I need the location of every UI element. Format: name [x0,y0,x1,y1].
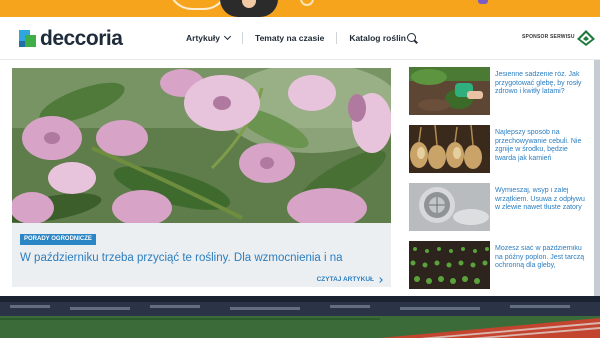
side-article[interactable]: Najlepszy sposób na przechowywanie cebul… [409,125,589,173]
featured-article[interactable]: PORADY OGRODNICZE W październiku trzeba … [12,68,391,287]
content-area: PORADY OGRODNICZE W październiku trzeba … [0,60,600,296]
onions-image [409,125,490,173]
side-article-title[interactable]: Najlepszy sposób na przechowywanie cebul… [495,129,589,173]
side-article-image[interactable] [409,241,490,289]
chevron-down-icon [223,32,232,41]
logo-text: deccoria [40,27,123,50]
site-logo[interactable]: deccoria [19,27,123,50]
chevron-right-icon [377,276,383,283]
side-article-title[interactable]: Jesienne sadzenie róż. Jak przygotować g… [495,71,589,115]
featured-article-title[interactable]: W październiku trzeba przyciąć te roślin… [20,252,390,264]
bottom-ad-banner[interactable] [0,296,600,338]
ad-decoration [300,0,314,6]
side-article-image[interactable] [409,67,490,115]
planting-roses-image [409,67,490,115]
nav-articles-label: Artykuły [186,33,221,43]
side-article-image[interactable] [409,125,490,173]
seedlings-image [409,241,490,289]
search-icon[interactable] [407,33,416,42]
logo-mark-icon [19,30,36,47]
nav-trending-topics[interactable]: Tematy na czasie [255,33,324,43]
nav-plant-catalog[interactable]: Katalog roślin [349,33,406,43]
hellebore-flowers-image [12,68,391,223]
sponsor-logo-icon[interactable] [576,28,596,48]
site-header: deccoria Artykuły Tematy na czasie Katal… [0,17,600,59]
main-nav: Artykuły Tematy na czasie Katalog roślin [186,17,406,59]
nav-articles[interactable]: Artykuły [186,32,232,43]
ad-person-image [220,0,278,17]
nav-trending-label: Tematy na czasie [255,33,325,43]
side-article-title[interactable]: Możesz siać w październiku na późny popl… [495,245,589,289]
featured-article-image[interactable] [12,68,391,223]
side-article[interactable]: Wymieszaj, wsyp i zalej wrzątkiem. Usuwa… [409,183,589,231]
side-article-image[interactable] [409,183,490,231]
sink-drain-image [409,183,490,231]
read-article-link[interactable]: CZYTAJ ARTYKUŁ [316,276,383,283]
nav-catalog-label: Katalog roślin [349,33,406,43]
side-article-title[interactable]: Wymieszaj, wsyp i zalej wrzątkiem. Usuwa… [495,187,589,231]
nav-divider [242,32,244,44]
ad-decoration [478,0,488,4]
read-article-label: CZYTAJ ARTYKUŁ [316,276,374,283]
side-article[interactable]: Możesz siać w październiku na późny popl… [409,241,589,289]
sponsor-label: SPONSOR SERWISU [522,34,575,40]
side-article[interactable]: Jesienne sadzenie róż. Jak przygotować g… [409,67,589,115]
page-edge-strip [594,60,600,296]
stadium-image [0,296,600,338]
top-ad-banner[interactable] [0,0,600,17]
ad-decoration [168,0,228,10]
nav-divider [336,32,338,44]
category-badge[interactable]: PORADY OGRODNICZE [20,234,96,245]
